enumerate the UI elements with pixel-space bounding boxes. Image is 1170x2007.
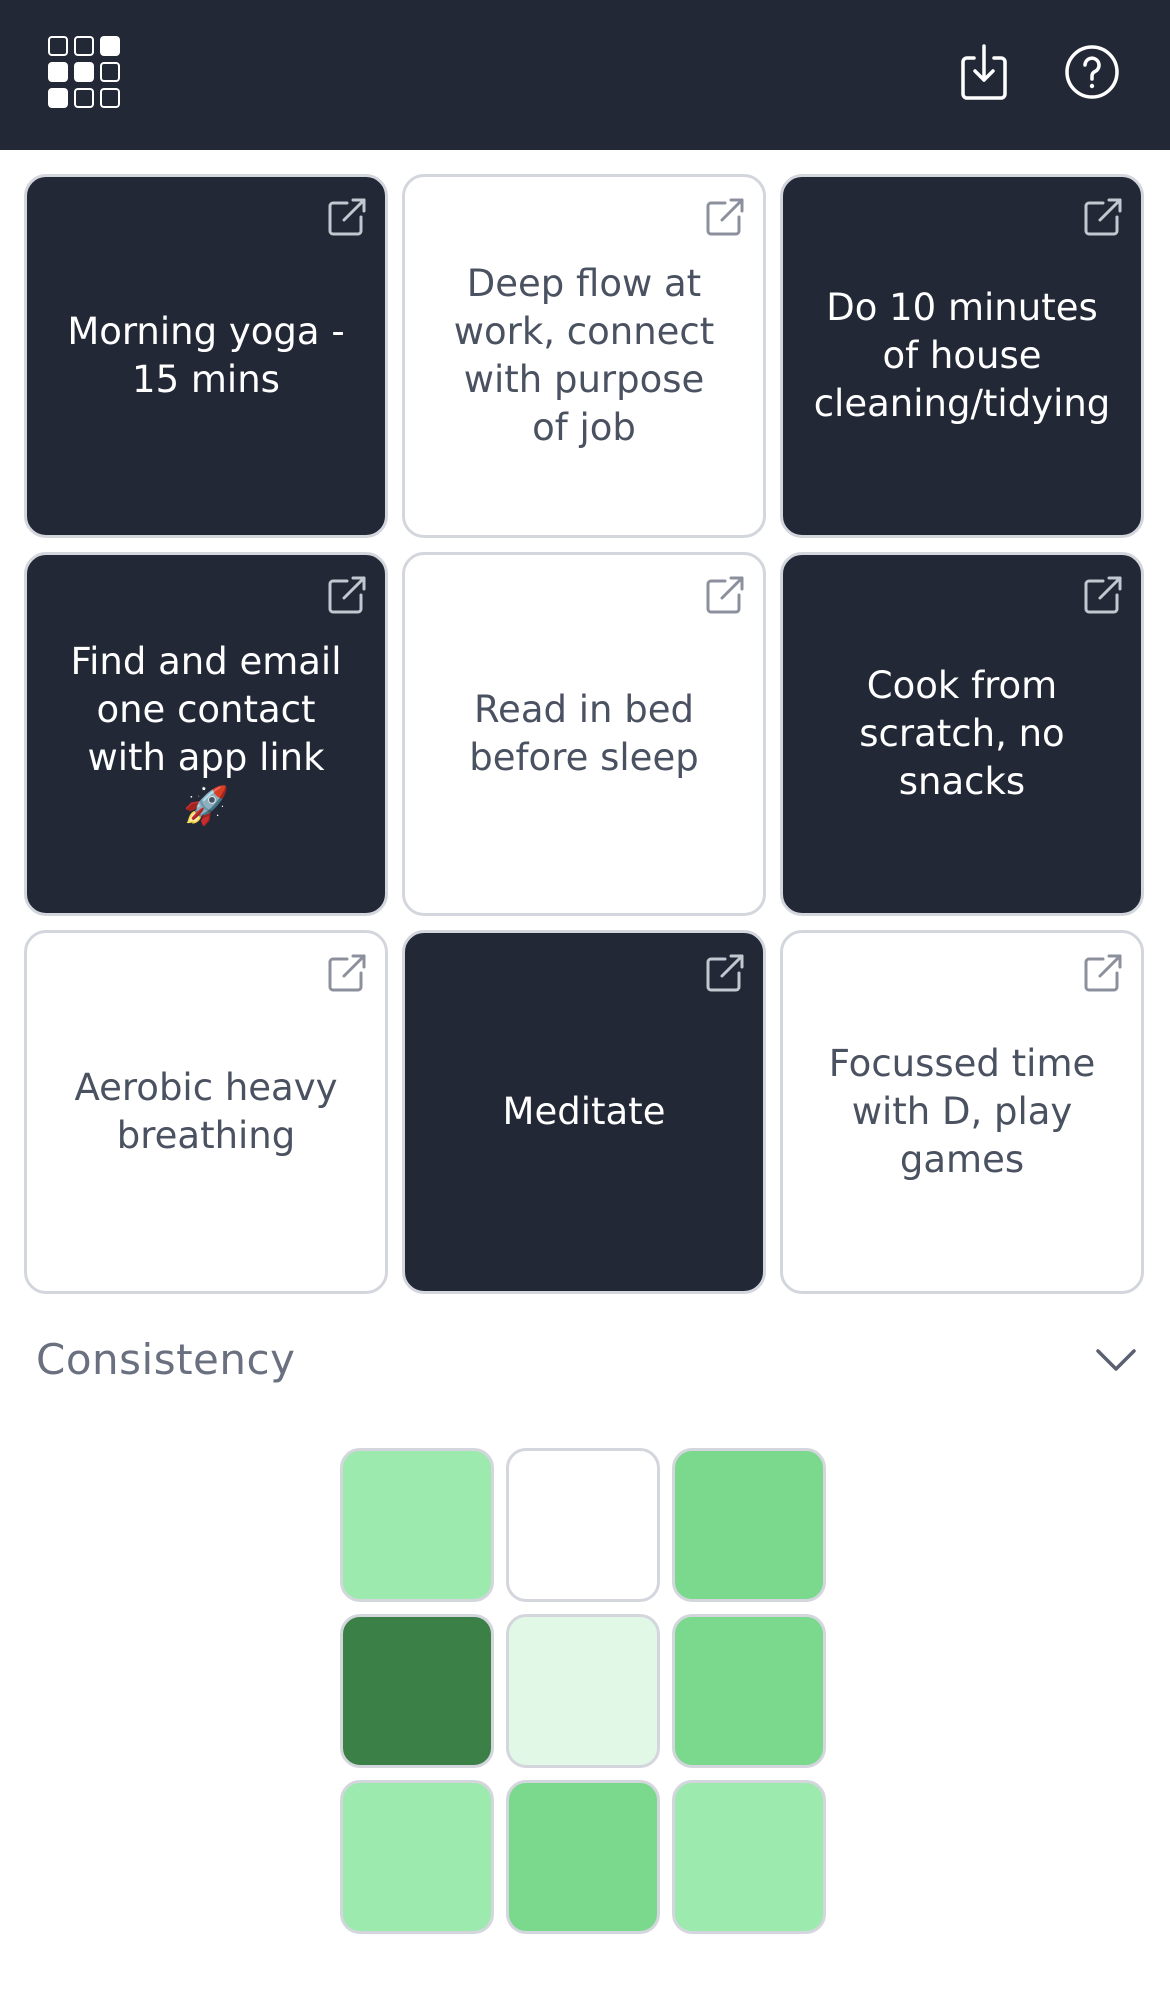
external-link-icon[interactable] <box>1081 195 1125 239</box>
habit-card-label: Focussed time with D, play games <box>828 1042 1096 1181</box>
top-bar <box>0 0 1170 150</box>
help-icon <box>1065 45 1119 99</box>
habit-card[interactable]: Read in bed before sleep <box>402 552 766 916</box>
heatmap-cell <box>672 1448 826 1602</box>
logo-cell <box>100 88 120 108</box>
heatmap-cell <box>340 1614 494 1768</box>
habit-card[interactable]: Deep flow at work, connect with purpose … <box>402 174 766 538</box>
external-link-icon[interactable] <box>1081 951 1125 995</box>
habit-card[interactable]: Find and email one contact with app link… <box>24 552 388 916</box>
logo-cell <box>48 88 68 108</box>
external-link-icon[interactable] <box>325 195 369 239</box>
logo-cell <box>100 62 120 82</box>
heatmap-cell <box>506 1614 660 1768</box>
logo-cell <box>74 88 94 108</box>
habit-card-label: Do 10 minutes of house cleaning/tidying <box>813 286 1111 425</box>
download-button[interactable] <box>952 40 1016 104</box>
logo-cell <box>74 62 94 82</box>
grid-logo-icon[interactable] <box>48 36 120 108</box>
habit-card[interactable]: Focussed time with D, play games <box>780 930 1144 1294</box>
habit-card-label: Deep flow at work, connect with purpose … <box>453 262 715 449</box>
logo-cell <box>48 62 68 82</box>
external-link-icon[interactable] <box>703 195 747 239</box>
consistency-title: Consistency <box>36 1334 296 1384</box>
habit-card[interactable]: Meditate <box>402 930 766 1294</box>
heatmap-cell <box>340 1448 494 1602</box>
external-link-icon[interactable] <box>703 951 747 995</box>
heatmap-cell <box>340 1780 494 1934</box>
habit-card[interactable]: Morning yoga - 15 mins <box>24 174 388 538</box>
heatmap-cell <box>672 1780 826 1934</box>
logo-cell <box>100 36 120 56</box>
habit-card-label: Meditate <box>502 1090 666 1133</box>
consistency-header[interactable]: Consistency <box>36 1326 1140 1392</box>
habit-card[interactable]: Do 10 minutes of house cleaning/tidying <box>780 174 1144 538</box>
heatmap-cell <box>672 1614 826 1768</box>
habit-card[interactable]: Cook from scratch, no snacks <box>780 552 1144 916</box>
habit-card-label: Aerobic heavy breathing <box>74 1066 338 1157</box>
consistency-heatmap <box>340 1448 826 1934</box>
logo-cell <box>74 36 94 56</box>
chevron-down-icon[interactable] <box>1092 1335 1140 1383</box>
heatmap-cell <box>506 1780 660 1934</box>
external-link-icon[interactable] <box>325 573 369 617</box>
habit-card-label: Find and email one contact with app link… <box>70 640 342 827</box>
external-link-icon[interactable] <box>703 573 747 617</box>
heatmap-cell <box>506 1448 660 1602</box>
habit-card-label: Read in bed before sleep <box>469 688 699 779</box>
habit-card-label: Cook from scratch, no snacks <box>859 664 1065 803</box>
help-button[interactable] <box>1060 40 1124 104</box>
habit-card-label: Morning yoga - 15 mins <box>67 310 345 401</box>
logo-cell <box>48 36 68 56</box>
external-link-icon[interactable] <box>1081 573 1125 617</box>
external-link-icon[interactable] <box>325 951 369 995</box>
habit-grid: Morning yoga - 15 mins Deep flow at work,… <box>24 174 1144 1294</box>
habit-card[interactable]: Aerobic heavy breathing <box>24 930 388 1294</box>
download-icon <box>961 44 1007 100</box>
